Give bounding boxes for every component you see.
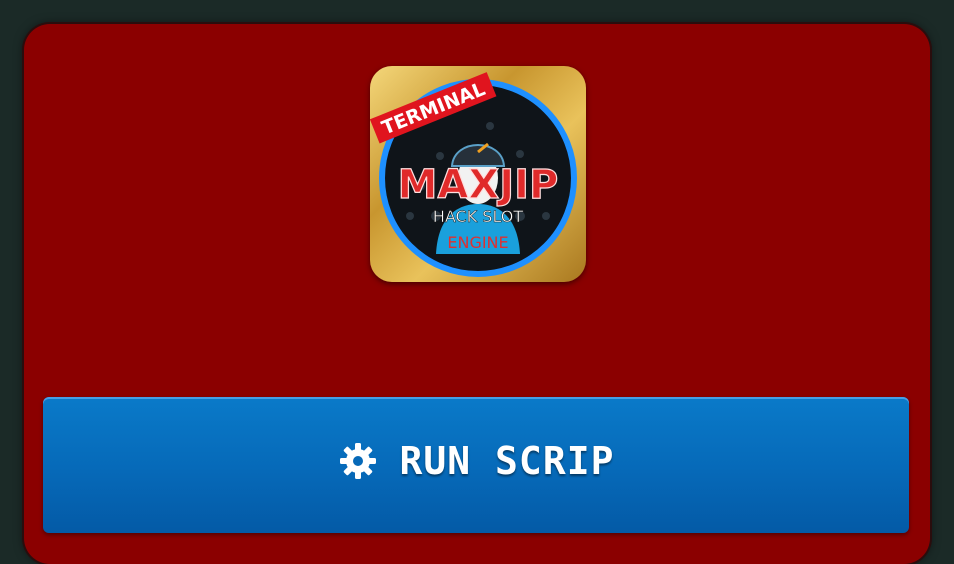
logo-engine-text: ENGINE [447,233,508,252]
logo-brand-text: MAXJIP [398,162,559,208]
logo-subtitle-text: HACK SLOT [433,207,524,226]
logo-graphic: MAXJIP HACK SLOT ENGINE TERMINAL [370,72,577,277]
run-button-label: RUN SCRIP [399,439,615,483]
app-logo: MAXJIP HACK SLOT ENGINE TERMINAL [370,66,586,282]
run-button-content: RUN SCRIP [338,439,615,483]
run-script-button[interactable]: RUN SCRIP [43,397,909,533]
gear-icon [339,443,376,479]
